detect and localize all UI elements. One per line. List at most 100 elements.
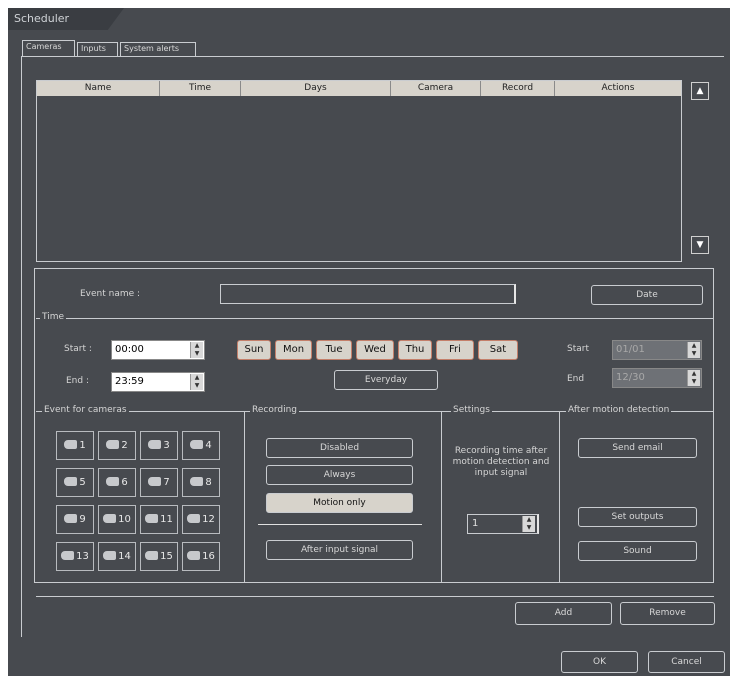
recording-disabled-button[interactable]: Disabled [266, 438, 413, 458]
event-name-input[interactable] [220, 284, 516, 304]
end-time-input[interactable]: 23:59 ▲ ▼ [111, 372, 205, 392]
camera-icon [103, 513, 117, 523]
events-table[interactable]: Name Time Days Camera Record Actions [36, 80, 682, 262]
tab-system-alerts[interactable]: System alerts [120, 42, 196, 56]
day-toggle-sat[interactable]: Sat [478, 340, 518, 360]
camera-toggle[interactable]: 6 [98, 468, 136, 497]
day-toggle-fri[interactable]: Fri [436, 340, 474, 360]
camera-toggle[interactable]: 1 [56, 431, 94, 460]
camera-toggle[interactable]: 13 [56, 542, 94, 571]
camera-icon [64, 513, 78, 523]
camera-number: 3 [163, 440, 170, 451]
column-header-time[interactable]: Time [160, 81, 241, 96]
camera-icon [106, 439, 120, 449]
move-down-button[interactable]: ▼ [691, 236, 709, 254]
recording-time-input[interactable]: 1 ▲ ▼ [467, 514, 539, 534]
move-up-button[interactable]: ▲ [691, 82, 709, 100]
remove-button[interactable]: Remove [620, 602, 715, 625]
camera-icon [190, 476, 204, 486]
camera-icon [103, 550, 117, 560]
camera-number: 13 [76, 551, 89, 562]
camera-number: 11 [160, 514, 173, 525]
recording-section-label: Recording [250, 405, 300, 415]
camera-icon [145, 550, 159, 560]
date-start-spinner[interactable]: ▲ ▼ [687, 342, 700, 358]
camera-icon [145, 513, 159, 523]
cancel-button[interactable]: Cancel [648, 651, 725, 673]
camera-toggle[interactable]: 11 [140, 505, 178, 534]
column-header-days[interactable]: Days [241, 81, 391, 96]
date-end-spinner[interactable]: ▲ ▼ [687, 370, 700, 386]
tab-inputs[interactable]: Inputs [77, 42, 118, 56]
add-button[interactable]: Add [515, 602, 612, 625]
camera-toggle[interactable]: 16 [182, 542, 220, 571]
set-outputs-button[interactable]: Set outputs [578, 507, 697, 527]
end-time-spinner[interactable]: ▲ ▼ [190, 374, 203, 390]
camera-icon [106, 476, 120, 486]
camera-icon [187, 513, 201, 523]
send-email-button[interactable]: Send email [578, 438, 697, 458]
start-time-spinner[interactable]: ▲ ▼ [190, 342, 203, 358]
table-header: Name Time Days Camera Record Actions [37, 81, 681, 96]
date-start-label: Start [567, 344, 589, 354]
column-header-camera[interactable]: Camera [391, 81, 481, 96]
arrow-up-icon: ▲ [696, 86, 704, 96]
camera-toggle[interactable]: 5 [56, 468, 94, 497]
day-toggle-sun[interactable]: Sun [237, 340, 271, 360]
camera-toggle[interactable]: 15 [140, 542, 178, 571]
window-title: Scheduler [14, 12, 70, 25]
day-toggle-tue[interactable]: Tue [316, 340, 352, 360]
date-button[interactable]: Date [591, 285, 703, 305]
cameras-section-label: Event for cameras [42, 405, 129, 415]
recording-time-description: Recording time after motion detection an… [452, 446, 550, 478]
camera-icon [148, 476, 162, 486]
camera-toggle[interactable]: 2 [98, 431, 136, 460]
time-section-label: Time [40, 312, 67, 322]
camera-number: 9 [79, 514, 86, 525]
recording-time-spinner[interactable]: ▲ ▼ [522, 516, 535, 532]
camera-toggle[interactable]: 7 [140, 468, 178, 497]
day-toggle-thu[interactable]: Thu [398, 340, 432, 360]
camera-icon [187, 550, 201, 560]
sound-button[interactable]: Sound [578, 541, 697, 561]
camera-number: 12 [202, 514, 215, 525]
camera-toggle[interactable]: 12 [182, 505, 220, 534]
ok-button[interactable]: OK [561, 651, 638, 673]
camera-toggle[interactable]: 9 [56, 505, 94, 534]
column-header-record[interactable]: Record [481, 81, 555, 96]
recording-after-input-button[interactable]: After input signal [266, 540, 413, 560]
day-toggle-wed[interactable]: Wed [356, 340, 394, 360]
camera-icon [190, 439, 204, 449]
camera-icon [61, 550, 75, 560]
camera-number: 1 [79, 440, 86, 451]
settings-section-label: Settings [451, 405, 492, 415]
camera-number: 6 [121, 477, 128, 488]
camera-number: 7 [163, 477, 170, 488]
end-time-label: End : [66, 376, 89, 386]
camera-number: 10 [118, 514, 131, 525]
column-header-name[interactable]: Name [37, 81, 160, 96]
camera-toggle[interactable]: 8 [182, 468, 220, 497]
camera-toggle[interactable]: 10 [98, 505, 136, 534]
start-time-input[interactable]: 00:00 ▲ ▼ [111, 340, 205, 360]
camera-number: 15 [160, 551, 173, 562]
camera-number: 2 [121, 440, 128, 451]
camera-toggle[interactable]: 3 [140, 431, 178, 460]
recording-always-button[interactable]: Always [266, 465, 413, 485]
window-title-tab: Scheduler [8, 8, 124, 30]
column-header-actions[interactable]: Actions [555, 81, 681, 96]
everyday-button[interactable]: Everyday [334, 370, 438, 390]
date-end-input[interactable]: 12/30 ▲ ▼ [612, 368, 702, 388]
after-motion-section-label: After motion detection [566, 405, 672, 415]
tab-cameras[interactable]: Cameras [22, 40, 75, 56]
start-time-label: Start : [64, 344, 92, 354]
camera-icon [64, 476, 78, 486]
camera-toggle[interactable]: 14 [98, 542, 136, 571]
day-toggle-mon[interactable]: Mon [275, 340, 312, 360]
arrow-down-icon: ▼ [696, 240, 704, 250]
camera-number: 4 [205, 440, 212, 451]
recording-motion-only-button[interactable]: Motion only [266, 493, 413, 513]
camera-toggle[interactable]: 4 [182, 431, 220, 460]
date-start-input[interactable]: 01/01 ▲ ▼ [612, 340, 702, 360]
camera-number: 5 [79, 477, 86, 488]
